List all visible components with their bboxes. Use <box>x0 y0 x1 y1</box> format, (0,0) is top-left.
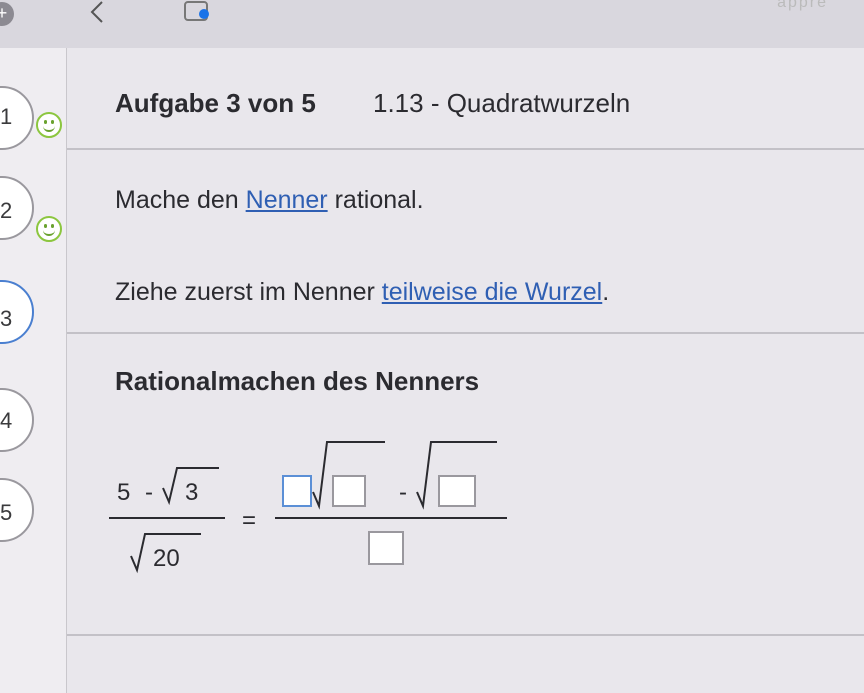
lhs-numerator-5: 5 <box>117 479 130 506</box>
equals-sign: = <box>242 507 256 534</box>
smiley-icon <box>36 112 62 138</box>
radicand-input-2[interactable] <box>438 475 476 507</box>
truncated-text: appre <box>777 0 828 11</box>
back-icon[interactable] <box>84 0 110 26</box>
smiley-icon <box>36 216 62 242</box>
lhs-denominator-radicand: 20 <box>153 545 180 572</box>
step-4-number: 4 <box>0 408 13 433</box>
add-icon[interactable]: + <box>0 2 14 26</box>
step-sidebar: 1 2 3 4 5 <box>0 48 67 693</box>
rhs-minus: - <box>399 479 407 506</box>
denominator-input[interactable] <box>368 531 404 565</box>
radicand-input-1[interactable] <box>332 475 366 507</box>
step-1-number: 1 <box>0 104 13 129</box>
top-bar: + appre <box>0 0 864 48</box>
lhs-numerator-radicand: 3 <box>185 479 198 506</box>
task-panel: Aufgabe 3 von 5 1.13 - Quadratwurzeln Ma… <box>67 48 864 693</box>
equation: 5 - 3 20 = - <box>109 441 507 574</box>
step-5-number: 5 <box>0 500 13 525</box>
step-2-number: 2 <box>0 198 13 223</box>
step-3-number: 3 <box>0 306 13 331</box>
window-icon[interactable] <box>182 0 212 26</box>
coefficient-input[interactable] <box>282 475 312 507</box>
divider <box>67 634 864 636</box>
lhs-numerator-minus: - <box>145 479 153 506</box>
